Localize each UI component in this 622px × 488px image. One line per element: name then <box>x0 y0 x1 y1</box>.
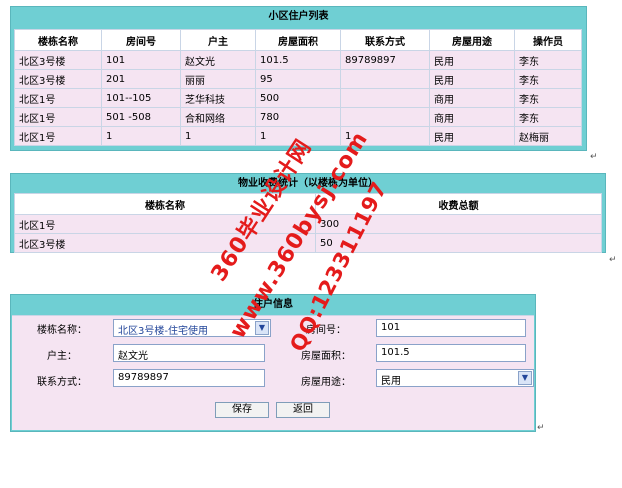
table-row[interactable]: 北区1号 101--105 芝华科技 500 商用 李东 <box>14 88 582 108</box>
contact-input[interactable]: 89789897 <box>113 369 265 387</box>
owner-label: 户主： <box>47 351 77 362</box>
building-select-value: 北区3号楼-住宅使用 <box>118 326 208 337</box>
cell-operator: 李东 <box>514 88 582 108</box>
cell-usage: 民用 <box>429 50 515 70</box>
cell-contact <box>340 69 430 89</box>
cell-room: 101--105 <box>101 88 181 108</box>
cell-operator: 李东 <box>514 50 582 70</box>
usage-select-value: 民用 <box>381 376 401 387</box>
cell-contact <box>340 88 430 108</box>
col-usage: 房屋用途 <box>429 29 515 51</box>
area-label: 房屋面积： <box>301 351 351 362</box>
fees-title: 物业收费统计（以楼栋为单位） <box>238 178 378 189</box>
cell-usage: 商用 <box>429 107 515 127</box>
cell-usage: 商用 <box>429 88 515 108</box>
cell-room: 1 <box>101 126 181 146</box>
cell-building: 北区3号楼 <box>14 69 102 89</box>
return-mark: ↵ <box>590 152 598 162</box>
cell-contact: 89789897 <box>340 50 430 70</box>
cell-area: 500 <box>255 88 341 108</box>
cell-area: 780 <box>255 107 341 127</box>
cell-room: 101 <box>101 50 181 70</box>
col-area: 房屋面积 <box>255 29 341 51</box>
cell-operator: 赵梅丽 <box>514 126 582 146</box>
cell-building: 北区1号 <box>14 107 102 127</box>
residents-table: 楼栋名称 房间号 户主 房屋面积 联系方式 房屋用途 操作员 北区3号楼 101… <box>14 29 582 146</box>
usage-label: 房屋用途： <box>301 377 351 388</box>
usage-select[interactable]: 民用 ▼ <box>376 369 534 387</box>
room-input[interactable]: 101 <box>376 319 526 337</box>
return-mark: ↵ <box>537 423 545 433</box>
table-row[interactable]: 北区3号楼 101 赵文光 101.5 89789897 民用 李东 <box>14 50 582 70</box>
area-input[interactable]: 101.5 <box>376 344 526 362</box>
cell-building: 北区3号楼 <box>14 50 102 70</box>
back-button[interactable]: 返回 <box>276 402 330 418</box>
col-room: 房间号 <box>101 29 181 51</box>
contact-label: 联系方式： <box>37 377 87 388</box>
cell-owner: 1 <box>180 126 256 146</box>
cell-owner: 芝华科技 <box>180 88 256 108</box>
table-row[interactable]: 北区3号楼 201 丽丽 95 民用 李东 <box>14 69 582 89</box>
owner-input[interactable]: 赵文光 <box>113 344 265 362</box>
building-label: 楼栋名称： <box>37 325 87 336</box>
cell-room: 501 -508 <box>101 107 181 127</box>
cell-owner: 赵文光 <box>180 50 256 70</box>
col-operator: 操作员 <box>514 29 582 51</box>
chevron-down-icon[interactable]: ▼ <box>518 371 532 385</box>
cell-building: 北区3号楼 <box>14 233 316 253</box>
cell-building: 北区1号 <box>14 126 102 146</box>
cell-owner: 合和网络 <box>180 107 256 127</box>
residents-header-row: 楼栋名称 房间号 户主 房屋面积 联系方式 房屋用途 操作员 <box>14 29 582 51</box>
table-row[interactable]: 北区1号 501 -508 合和网络 780 商用 李东 <box>14 107 582 127</box>
residents-title: 小区住户列表 <box>268 11 329 22</box>
cell-area: 95 <box>255 69 341 89</box>
save-button[interactable]: 保存 <box>215 402 269 418</box>
cell-area: 101.5 <box>255 50 341 70</box>
cell-operator: 李东 <box>514 107 582 127</box>
cell-operator: 李东 <box>514 69 582 89</box>
cell-usage: 民用 <box>429 69 515 89</box>
cell-contact <box>340 107 430 127</box>
col-owner: 户主 <box>180 29 256 51</box>
cell-building: 北区1号 <box>14 88 102 108</box>
cell-room: 201 <box>101 69 181 89</box>
cell-owner: 丽丽 <box>180 69 256 89</box>
col-building: 楼栋名称 <box>14 29 102 51</box>
return-mark: ↵ <box>609 255 617 265</box>
col-contact: 联系方式 <box>340 29 430 51</box>
cell-usage: 民用 <box>429 126 515 146</box>
